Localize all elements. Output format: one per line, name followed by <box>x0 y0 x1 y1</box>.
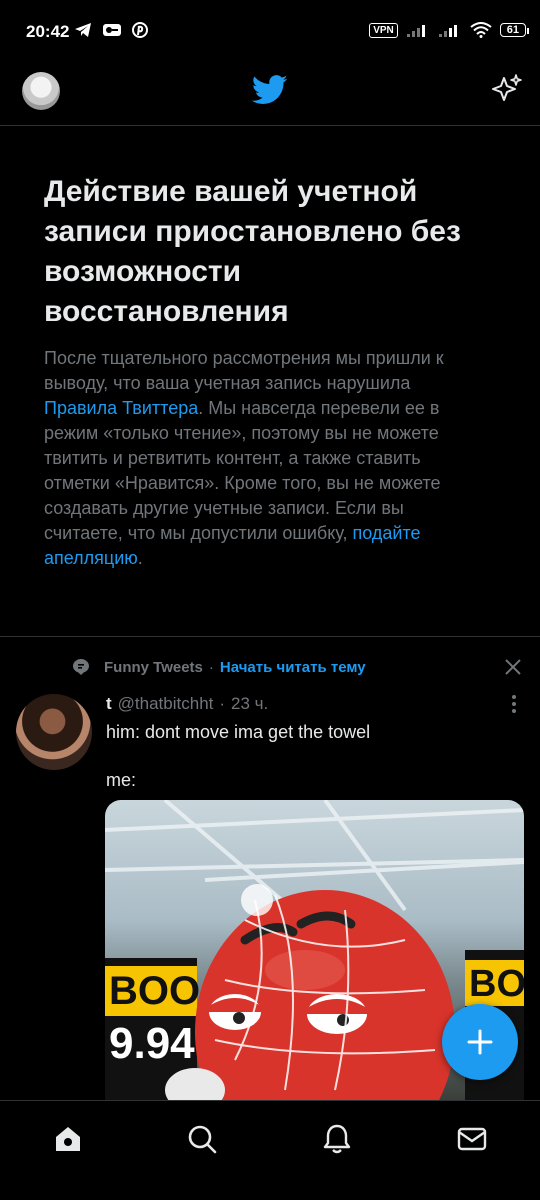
tweet-author-avatar[interactable] <box>16 694 92 770</box>
status-icons-left <box>74 22 148 38</box>
key-icon <box>103 24 121 36</box>
home-icon[interactable] <box>52 1123 84 1155</box>
tweet-text: him: dont move ima get the towel me: <box>106 722 371 790</box>
notice-body-part-1: После тщательного рассмотрения мы пришли… <box>44 348 444 393</box>
close-icon[interactable] <box>504 658 522 676</box>
author-handle[interactable]: @thatbitchht <box>118 694 214 714</box>
twitter-rules-link[interactable]: Правила Твиттера <box>44 398 198 418</box>
divider <box>0 636 540 637</box>
battery-indicator: 61 <box>499 23 530 37</box>
status-icons-right: VPN 61 <box>369 22 530 38</box>
notifications-icon[interactable] <box>321 1123 353 1155</box>
sparkle-icon[interactable] <box>488 72 524 108</box>
twitter-bird-icon[interactable] <box>252 74 288 106</box>
compose-tweet-button[interactable] <box>442 1004 518 1080</box>
svg-text:9.94: 9.94 <box>109 1019 195 1068</box>
plus-icon <box>467 1029 493 1055</box>
twitter-app: 20:42 VPN 61 Действие вашей учетной запи… <box>0 0 540 1200</box>
status-time: 20:42 <box>26 22 70 41</box>
notice-body-part-3: . <box>137 548 143 568</box>
vpn-badge: VPN <box>369 22 398 38</box>
profile-avatar[interactable] <box>22 72 60 110</box>
svg-text:BO: BO <box>469 963 524 1005</box>
signal-icon-2 <box>438 25 457 37</box>
wifi-icon <box>470 22 492 38</box>
telegram-icon <box>75 23 91 37</box>
notice-title: Действие вашей учетной записи приостанов… <box>44 175 461 328</box>
signal-icon <box>406 25 425 37</box>
topic-separator: · <box>208 658 214 676</box>
tweet-header: t @thatbitchht · 23 ч. <box>106 694 506 714</box>
topic-bubble-icon <box>73 659 89 675</box>
pinterest-icon <box>132 22 148 38</box>
notice-body: После тщательного рассмотрения мы пришли… <box>44 346 484 571</box>
topic-row: Funny Tweets · Начать читать тему <box>72 656 532 678</box>
notice-body-part-2: . Мы навсегда перевели ее в режим «тольк… <box>44 398 441 543</box>
messages-icon[interactable] <box>456 1123 488 1155</box>
author-name[interactable]: t <box>106 694 112 714</box>
search-icon[interactable] <box>186 1123 218 1155</box>
time-separator: · <box>219 694 226 713</box>
top-nav <box>0 60 540 126</box>
more-options-icon[interactable] <box>510 694 518 714</box>
tweet-time[interactable]: 23 ч. <box>231 694 268 714</box>
topic-name[interactable]: Funny Tweets <box>104 659 203 676</box>
svg-text:BOO: BOO <box>109 969 200 1013</box>
bottom-nav <box>0 1100 540 1200</box>
follow-topic-link[interactable]: Начать читать тему <box>220 659 366 676</box>
status-bar: 20:42 VPN 61 <box>0 0 540 60</box>
suspension-notice: Действие вашей учетной записи приостанов… <box>44 172 484 571</box>
